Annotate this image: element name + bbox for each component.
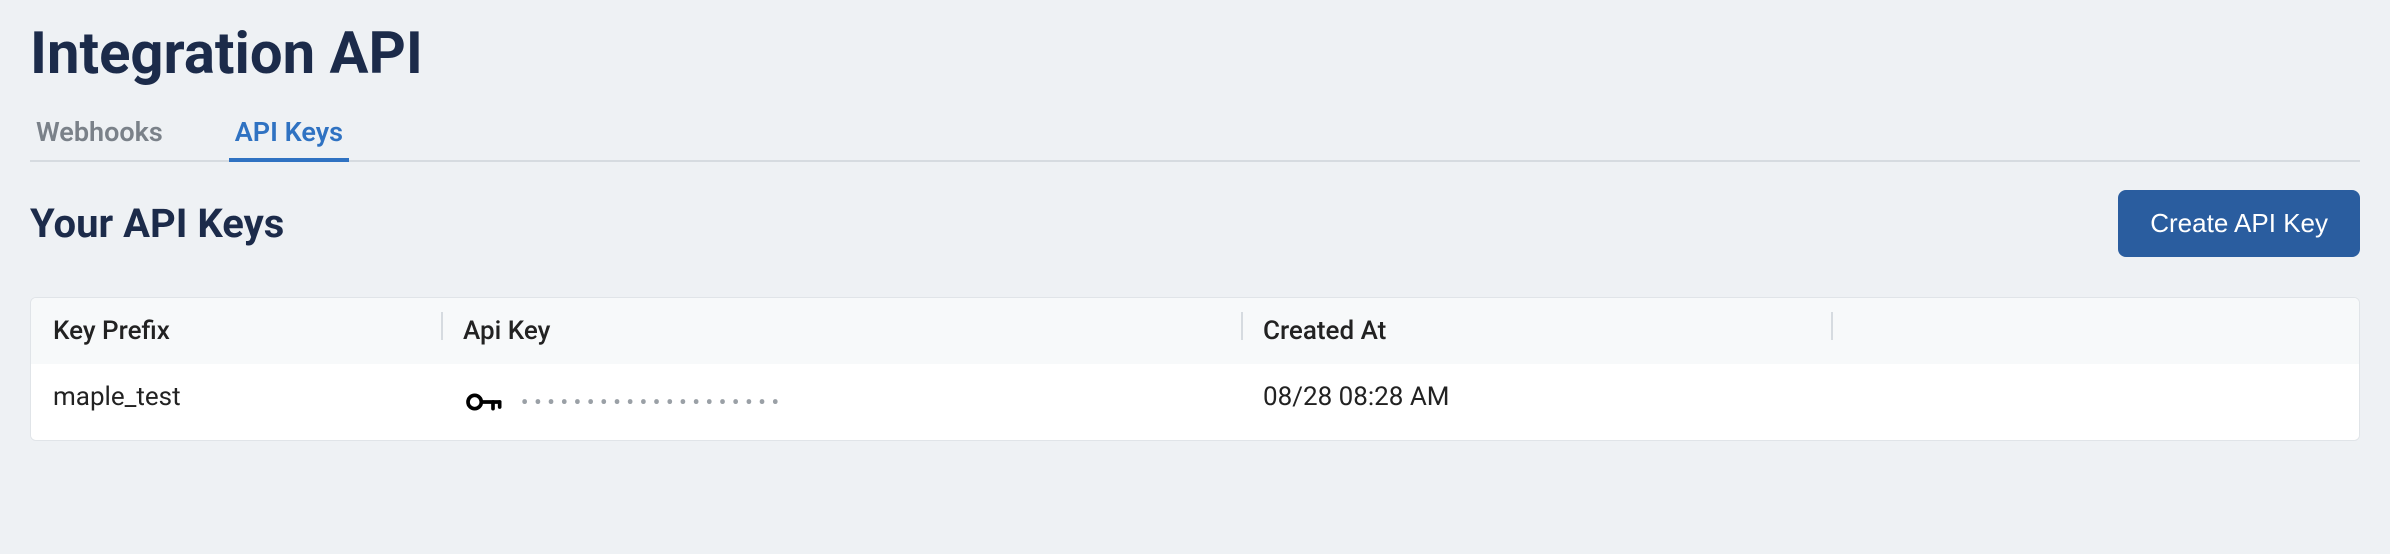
tab-api-keys[interactable]: API Keys [229, 106, 349, 160]
col-header-prefix: Key Prefix [31, 298, 441, 364]
cell-apikey-masked: •••••••••••••••••••• [521, 390, 785, 414]
col-header-apikey: Api Key [441, 298, 1241, 364]
table-row: maple_test •••••••••••••••••••• 08/28 08… [31, 364, 2359, 440]
cell-created: 08/28 08:28 AM [1241, 364, 1831, 440]
tabs: Webhooks API Keys [30, 106, 2360, 162]
col-header-apikey-label: Api Key [463, 316, 550, 346]
page-title: Integration API [30, 20, 2360, 88]
col-header-actions [1831, 298, 2359, 364]
table-header-row: Key Prefix Api Key Created At [31, 298, 2359, 364]
key-icon [463, 382, 503, 422]
cell-prefix: maple_test [31, 364, 441, 440]
create-api-key-button[interactable]: Create API Key [2118, 190, 2360, 257]
col-header-created: Created At [1241, 298, 1831, 364]
cell-apikey: •••••••••••••••••••• [441, 364, 1241, 440]
api-keys-table: Key Prefix Api Key Created At maple_test… [30, 297, 2360, 441]
section-header: Your API Keys Create API Key [30, 190, 2360, 257]
section-title: Your API Keys [30, 200, 284, 247]
cell-actions [1831, 364, 2359, 440]
tab-webhooks[interactable]: Webhooks [30, 106, 169, 160]
